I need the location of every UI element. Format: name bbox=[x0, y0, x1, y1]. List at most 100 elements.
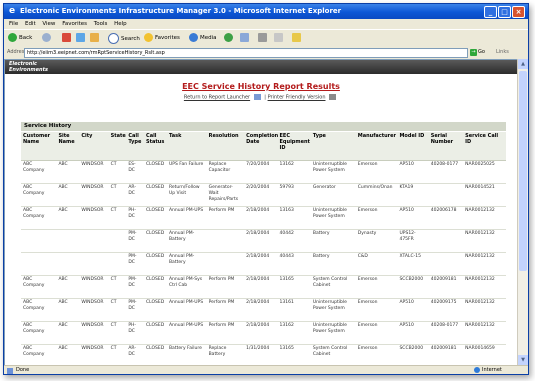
menu-view[interactable]: View bbox=[42, 21, 55, 27]
table-cell: NAR0012132 bbox=[463, 298, 506, 322]
table-row: ABC Company ABC WINDSOR CT PH-DC CLOSED Annual… bbox=[21, 321, 506, 345]
table-cell: ABC Company bbox=[21, 344, 57, 366]
table-body: ABC Company ABC WINDSOR CT ES-DC CLOSED UPS Fa… bbox=[21, 160, 506, 366]
page-content: Electronic Environments EEC Service Hist… bbox=[4, 59, 518, 367]
column-header: Completion Date bbox=[244, 132, 278, 161]
history-button[interactable] bbox=[224, 33, 235, 43]
table-cell: AP510 bbox=[397, 321, 429, 345]
table-cell: ABC bbox=[56, 160, 80, 184]
scroll-up-icon[interactable]: ▲ bbox=[518, 59, 528, 69]
table-cell: Perform PM bbox=[206, 321, 245, 345]
maximize-button[interactable]: □ bbox=[498, 6, 511, 18]
favorites-button[interactable]: Favorites bbox=[144, 33, 180, 43]
table-cell: 13163 bbox=[277, 206, 311, 230]
table-header-row: Customer Name Site Name City State Call Type… bbox=[21, 132, 506, 161]
vertical-scrollbar[interactable]: ▲ ▼ bbox=[517, 59, 528, 365]
go-arrow-icon: → bbox=[470, 49, 477, 56]
table-cell bbox=[206, 252, 245, 276]
table-cell: ABC bbox=[56, 275, 80, 299]
column-header: City bbox=[79, 132, 109, 161]
return-to-launcher-link[interactable]: Return to Report Launcher bbox=[184, 95, 250, 101]
menu-bar: File Edit View Favorites Tools Help bbox=[4, 19, 528, 29]
table-cell: System Control Cabinet bbox=[310, 275, 356, 299]
column-header: Type bbox=[310, 132, 356, 161]
table-cell: AP510 bbox=[397, 160, 429, 184]
table-cell: Perform PM bbox=[206, 275, 245, 299]
service-history-table: Customer Name Site Name City State Call Type… bbox=[21, 132, 506, 366]
history-icon bbox=[224, 33, 233, 42]
table-cell: 40442 bbox=[277, 229, 311, 253]
table-cell: Cummins/Onan bbox=[355, 183, 398, 207]
table-cell: CT bbox=[108, 321, 127, 345]
status-text: Done bbox=[16, 367, 30, 373]
table-cell: Emerson bbox=[355, 206, 398, 230]
table-cell: WINDSOR bbox=[79, 321, 109, 345]
menu-file[interactable]: File bbox=[9, 21, 18, 27]
table-cell bbox=[206, 229, 245, 253]
close-button[interactable]: × bbox=[512, 6, 525, 18]
table-cell: Perform PM bbox=[206, 206, 245, 230]
table-cell: PH-DC bbox=[126, 206, 145, 230]
table-cell: CLOSED bbox=[144, 344, 167, 366]
security-zone: Internet bbox=[474, 366, 502, 374]
table-cell: WINDSOR bbox=[79, 344, 109, 366]
table-cell: CLOSED bbox=[144, 321, 167, 345]
globe-icon bbox=[474, 366, 480, 373]
printer-friendly-link[interactable]: Printer Friendly Version bbox=[268, 95, 326, 101]
table-cell: CLOSED bbox=[144, 183, 167, 207]
toolbar: Back Search Favorites Media bbox=[4, 29, 528, 47]
home-icon bbox=[90, 33, 99, 42]
table-cell: 2/18/2004 bbox=[244, 229, 278, 253]
back-button[interactable]: Back bbox=[8, 33, 32, 43]
links-menu[interactable]: Links bbox=[496, 46, 509, 58]
menu-tools[interactable]: Tools bbox=[94, 21, 108, 27]
address-input[interactable]: http://eiim3.eeipnet.com/rmRptServiceHis… bbox=[24, 48, 468, 58]
menu-help[interactable]: Help bbox=[114, 21, 127, 27]
refresh-button[interactable] bbox=[76, 33, 87, 43]
table-cell: 2/18/2004 bbox=[244, 206, 278, 230]
table-cell: ABC Company bbox=[21, 206, 57, 230]
table-cell: 2/18/2004 bbox=[244, 275, 278, 299]
messenger-button[interactable] bbox=[292, 33, 303, 43]
search-button[interactable]: Search bbox=[108, 33, 140, 44]
table-cell: Return/Follow Up Visit bbox=[166, 183, 207, 207]
forward-button[interactable] bbox=[42, 33, 53, 43]
minimize-button[interactable]: _ bbox=[484, 6, 497, 18]
table-cell: CT bbox=[108, 206, 127, 230]
table-cell bbox=[21, 229, 57, 253]
scroll-down-icon[interactable]: ▼ bbox=[518, 355, 528, 365]
table-cell: Generator bbox=[310, 183, 356, 207]
menu-edit[interactable]: Edit bbox=[25, 21, 36, 27]
table-cell: Battery Failure bbox=[166, 344, 207, 366]
home-button[interactable] bbox=[90, 33, 101, 43]
table-cell bbox=[428, 252, 464, 276]
go-button[interactable]: → Go bbox=[470, 48, 492, 56]
mail-button[interactable] bbox=[240, 33, 251, 43]
table-cell: CLOSED bbox=[144, 298, 167, 322]
launcher-icon bbox=[253, 94, 261, 100]
table-cell: ABC bbox=[56, 183, 80, 207]
column-header: Service Call ID bbox=[463, 132, 506, 161]
table-cell: 402006178 bbox=[428, 206, 464, 230]
table-cell: Annual PM-Battery bbox=[166, 252, 207, 276]
table-cell: ABC Company bbox=[21, 321, 57, 345]
table-cell bbox=[21, 252, 57, 276]
report-title: EEC Service History Report Results bbox=[182, 82, 340, 91]
table-cell: ABC bbox=[56, 298, 80, 322]
forward-arrow-icon bbox=[42, 33, 51, 42]
back-arrow-icon bbox=[8, 33, 17, 42]
menu-favorites[interactable]: Favorites bbox=[62, 21, 87, 27]
table-cell: NAR0014659 bbox=[463, 344, 506, 366]
media-button[interactable]: Media bbox=[189, 33, 217, 43]
edit-button[interactable] bbox=[274, 33, 285, 43]
stop-button[interactable] bbox=[62, 33, 73, 43]
table-cell: ABC Company bbox=[21, 275, 57, 299]
table-cell: 402009181 bbox=[428, 344, 464, 366]
table-cell: ABC Company bbox=[21, 298, 57, 322]
print-button[interactable] bbox=[258, 33, 269, 43]
table-cell: CLOSED bbox=[144, 252, 167, 276]
table-cell: 2/20/2004 bbox=[244, 183, 278, 207]
table-cell bbox=[428, 183, 464, 207]
mail-icon bbox=[240, 33, 249, 42]
scroll-thumb[interactable] bbox=[519, 71, 527, 271]
